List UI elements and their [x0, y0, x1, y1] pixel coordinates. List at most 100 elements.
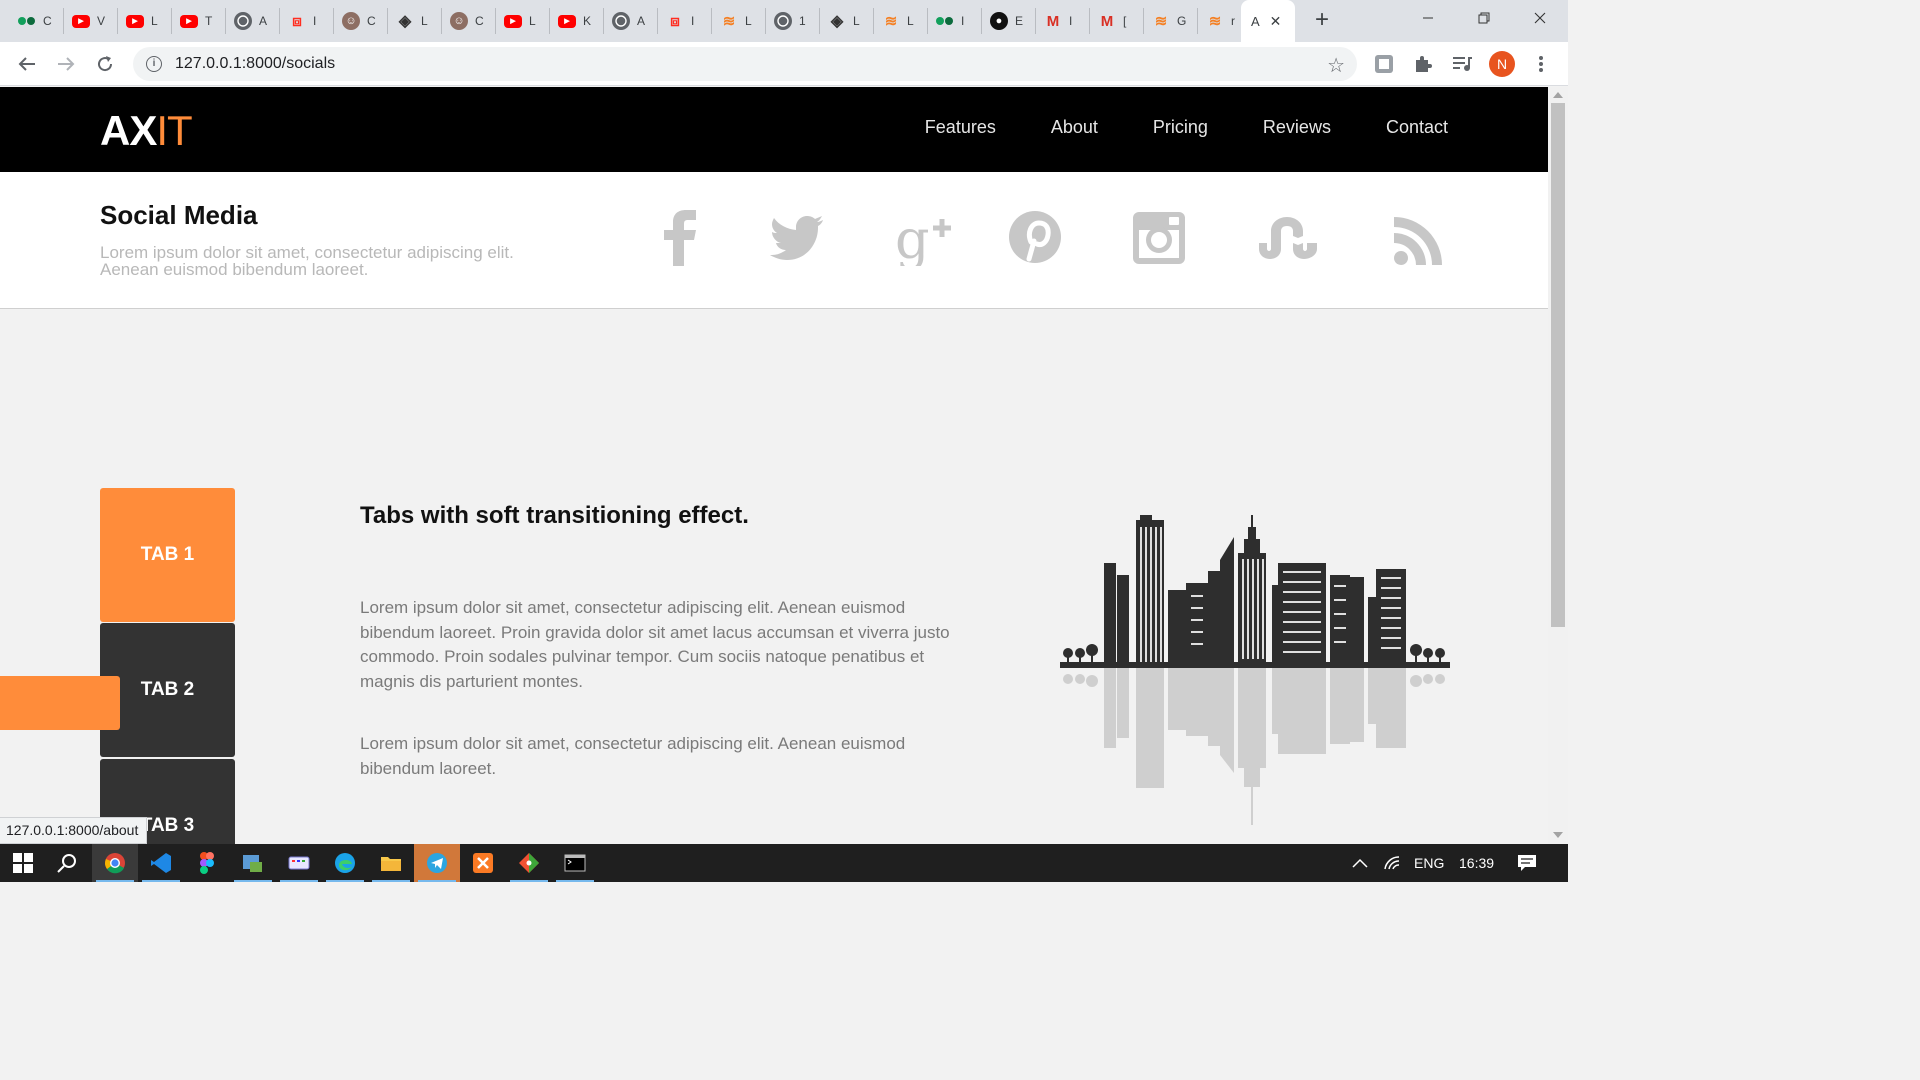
browser-tab[interactable]: C	[10, 8, 64, 34]
facebook-icon[interactable]	[660, 210, 700, 266]
new-tab-button[interactable]: +	[1308, 6, 1336, 34]
url-text[interactable]: 127.0.0.1:8000/socials	[175, 55, 335, 73]
browser-tab[interactable]: A	[604, 8, 658, 34]
browser-tab[interactable]: ▶ K	[550, 8, 604, 34]
profile-avatar[interactable]: N	[1489, 51, 1515, 77]
show-hidden-icons-icon[interactable]	[1352, 844, 1368, 882]
browser-tab[interactable]: ≋ G	[1144, 8, 1198, 34]
youtube-icon: ▶	[126, 14, 144, 28]
close-window-button[interactable]	[1512, 0, 1568, 36]
telegram-icon[interactable]	[414, 844, 460, 882]
active-browser-tab[interactable]: A ✕	[1241, 0, 1295, 42]
rss-icon[interactable]	[1394, 217, 1442, 265]
language-indicator[interactable]: ENG	[1414, 844, 1444, 882]
browser-tab[interactable]: ◈ L	[388, 8, 442, 34]
scrollbar-thumb[interactable]	[1551, 103, 1565, 627]
nav-contact[interactable]: Contact	[1386, 117, 1448, 138]
figma-icon[interactable]	[184, 844, 230, 882]
tab-title: L	[853, 14, 860, 28]
nav-about[interactable]: About	[1051, 117, 1098, 138]
back-button[interactable]	[14, 51, 40, 77]
terminal-icon[interactable]	[552, 844, 598, 882]
wifi-icon[interactable]	[1383, 844, 1403, 882]
browser-tab[interactable]: ⧈ I	[280, 8, 334, 34]
browser-tab[interactable]: A	[226, 8, 280, 34]
twitter-icon[interactable]	[770, 215, 824, 261]
active-tab-title: A	[1251, 13, 1260, 29]
browser-tab[interactable]: 1	[766, 8, 820, 34]
avatar-icon: ☺	[450, 12, 468, 30]
nav-reviews[interactable]: Reviews	[1263, 117, 1331, 138]
restore-button[interactable]	[1456, 0, 1512, 36]
windows-start-icon[interactable]	[0, 844, 46, 882]
browser-tab[interactable]: ☺ C	[334, 8, 388, 34]
browser-tab[interactable]: ◈ L	[820, 8, 874, 34]
reload-button[interactable]	[92, 51, 118, 77]
google-plus-icon[interactable]: g	[895, 208, 953, 266]
stumbleupon-icon[interactable]	[1255, 217, 1321, 261]
globe-icon	[774, 12, 792, 30]
browser-tab[interactable]: ☺ C	[442, 8, 496, 34]
browser-tab[interactable]: ≋ L	[874, 8, 928, 34]
bookmark-star-icon[interactable]: ☆	[1327, 53, 1345, 78]
nav-features[interactable]: Features	[925, 117, 996, 138]
close-tab-icon[interactable]: ✕	[1270, 13, 1282, 30]
tab-2[interactable]: TAB 2	[100, 623, 235, 757]
browser-menu-icon[interactable]	[1530, 53, 1552, 75]
tab-title: L	[907, 14, 914, 28]
forward-button[interactable]	[53, 51, 79, 77]
browser-tab[interactable]: MI	[1036, 8, 1090, 34]
tab-title: L	[529, 14, 536, 28]
instagram-icon[interactable]	[1133, 212, 1185, 264]
medium-icon	[936, 12, 954, 30]
chrome-icon[interactable]	[92, 844, 138, 882]
browser-tab[interactable]: ● E	[982, 8, 1036, 34]
gmail-icon: M	[1046, 12, 1060, 30]
laravel-icon: ⧈	[292, 12, 302, 30]
nav-pricing[interactable]: Pricing	[1153, 117, 1208, 138]
page-scrollbar[interactable]	[1548, 87, 1568, 844]
browser-tab[interactable]: ▶ V	[64, 8, 118, 34]
browser-tab[interactable]: ▶ T	[172, 8, 226, 34]
search-icon[interactable]	[44, 844, 90, 882]
browser-tab[interactable]: ▶ L	[496, 8, 550, 34]
tab-title: A	[637, 14, 646, 28]
xampp-icon[interactable]	[460, 844, 506, 882]
tab-title: E	[1015, 14, 1024, 28]
link-status-bubble: 127.0.0.1:8000/about	[0, 817, 148, 844]
site-logo[interactable]: AXIT	[100, 107, 193, 155]
tab-title: I	[313, 14, 317, 28]
laravel-icon: ⧈	[670, 12, 680, 30]
notification-icon[interactable]	[1517, 844, 1537, 882]
tab-title: I	[961, 14, 965, 28]
site-info-icon[interactable]: i	[146, 56, 162, 72]
minimize-button[interactable]	[1400, 0, 1456, 36]
media-control-icon[interactable]	[1451, 53, 1473, 75]
clock[interactable]: 16:39	[1459, 844, 1494, 882]
browser-tab[interactable]: ▶ L	[118, 8, 172, 34]
scroll-up-arrow-icon[interactable]	[1553, 92, 1563, 98]
browser-tab[interactable]: M[	[1090, 8, 1144, 34]
tab-1[interactable]: TAB 1	[100, 488, 235, 622]
browser-tab[interactable]: ≋ L	[712, 8, 766, 34]
scroll-down-arrow-icon[interactable]	[1553, 832, 1563, 838]
browser-tab[interactable]: I	[928, 8, 982, 34]
keyboard-icon[interactable]	[276, 844, 322, 882]
extensions-puzzle-icon[interactable]	[1412, 53, 1434, 75]
tab-title: L	[421, 14, 428, 28]
github-icon: ●	[990, 12, 1008, 30]
browser-tab[interactable]: ⧈ I	[658, 8, 712, 34]
vscode-icon[interactable]	[138, 844, 184, 882]
globe-icon	[612, 12, 630, 30]
pinterest-icon[interactable]	[1009, 211, 1061, 263]
tab-content-paragraph-1: Lorem ipsum dolor sit amet, consectetur …	[360, 598, 950, 691]
extension-icon[interactable]	[1373, 53, 1395, 75]
tab-title: V	[97, 14, 106, 28]
edge-icon[interactable]	[322, 844, 368, 882]
logo-it: IT	[156, 107, 192, 154]
file-explorer-icon[interactable]	[368, 844, 414, 882]
git-icon[interactable]	[506, 844, 552, 882]
address-bar[interactable]: i 127.0.0.1:8000/socials ☆	[133, 47, 1357, 81]
taskbar-app-icon[interactable]	[230, 844, 276, 882]
browser-tab-strip: C ▶ V ▶ L ▶ T A ⧈ I ☺ C ◈ L ☺ C ▶ L ▶ K A ⧈ I ≋ L 1…	[0, 0, 1568, 42]
